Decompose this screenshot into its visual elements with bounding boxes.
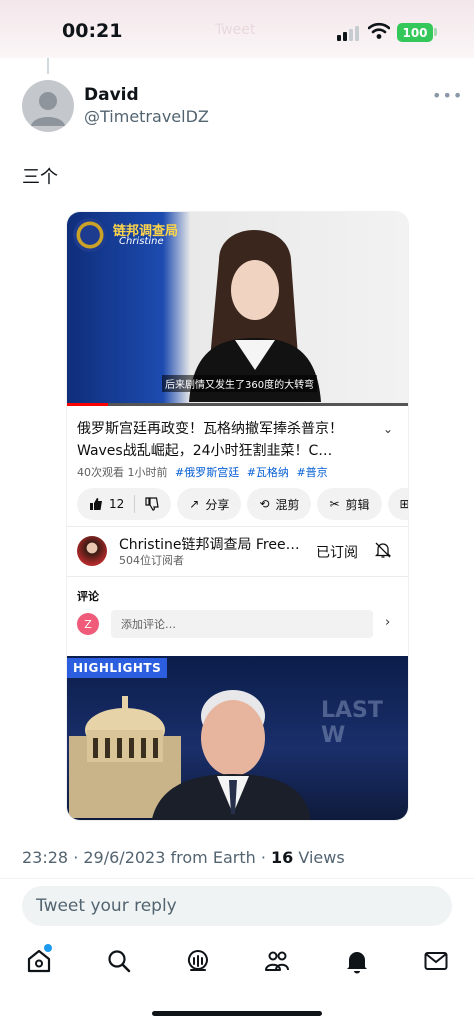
wifi-icon bbox=[368, 22, 390, 39]
video-channel-subtitle: Christine bbox=[119, 236, 164, 247]
views-label: Views bbox=[298, 848, 345, 867]
communities-tab[interactable] bbox=[262, 946, 292, 976]
time-ago: 1小时前 bbox=[127, 466, 168, 479]
divider bbox=[67, 576, 408, 577]
scissors-icon: ✂ bbox=[329, 497, 340, 511]
view-count: 40次观看 bbox=[77, 466, 124, 479]
highlights-badge: HIGHLIGHTS bbox=[67, 658, 168, 678]
status-time: 00:21 bbox=[62, 20, 123, 42]
author-name[interactable]: David bbox=[84, 85, 139, 105]
news-host-image bbox=[151, 690, 311, 820]
home-indicator bbox=[152, 1011, 322, 1016]
spaces-tab[interactable] bbox=[183, 946, 213, 976]
embedded-video-card[interactable]: 链邦调查局 Christine 后来剧情又发生了360度的大转弯 俄罗斯宫廷再政… bbox=[66, 211, 409, 821]
highlight-thumbnail[interactable]: LAST W HIGHLIGHTS bbox=[67, 656, 408, 820]
subscribed-button[interactable]: 已订阅 bbox=[316, 542, 358, 562]
video-progress-bar[interactable] bbox=[67, 403, 408, 406]
remix-button[interactable]: ⟲ 混剪 bbox=[247, 488, 312, 520]
mail-icon bbox=[424, 952, 448, 970]
notification-bell-off-icon[interactable] bbox=[374, 541, 392, 559]
hashtag[interactable]: #瓦格纳 bbox=[247, 466, 289, 479]
share-button[interactable]: ↗ 分享 bbox=[177, 488, 242, 520]
remix-icon: ⟲ bbox=[259, 497, 270, 511]
tweet-time: 23:28 bbox=[22, 848, 69, 867]
like-dislike-pill[interactable]: 12 bbox=[77, 488, 172, 520]
divider bbox=[67, 526, 408, 527]
battery-tip bbox=[434, 28, 437, 36]
comment-input[interactable]: 添加评论… bbox=[111, 610, 373, 638]
divider bbox=[0, 878, 474, 879]
thumbs-down-icon[interactable] bbox=[145, 497, 159, 511]
video-caption: 后来剧情又发生了360度的大转弯 bbox=[162, 375, 318, 392]
cellular-signal-icon bbox=[337, 26, 359, 41]
view-count-number: 16 bbox=[271, 848, 294, 867]
reply-input[interactable]: Tweet your reply bbox=[22, 886, 452, 926]
tweet-date: 29/6/2023 bbox=[83, 848, 166, 867]
hashtag[interactable]: #俄罗斯宫廷 bbox=[175, 466, 239, 479]
channel-name[interactable]: Christine链邦调查局 Free… bbox=[119, 534, 304, 554]
video-player[interactable]: 链邦调查局 Christine 后来剧情又发生了360度的大转弯 bbox=[67, 212, 408, 406]
subscriber-count: 504位订阅者 bbox=[119, 554, 184, 567]
tweet-source: from Earth bbox=[170, 848, 256, 867]
thumbs-up-icon[interactable] bbox=[89, 497, 103, 511]
clip-button[interactable]: ✂ 剪辑 bbox=[317, 488, 382, 520]
home-notification-dot bbox=[44, 944, 52, 952]
search-icon bbox=[108, 950, 131, 973]
save-button[interactable]: ⊞ bbox=[387, 488, 409, 520]
more-options-icon[interactable]: ••• bbox=[432, 86, 463, 105]
communities-icon bbox=[265, 951, 289, 971]
bell-icon bbox=[347, 952, 367, 974]
author-avatar[interactable] bbox=[22, 80, 74, 132]
messages-tab[interactable] bbox=[421, 946, 451, 976]
bottom-tab-bar bbox=[0, 940, 474, 984]
tweet-timestamp: 23:28 · 29/6/2023 from Earth · 16 Views bbox=[22, 848, 345, 867]
spaces-microphone-icon bbox=[187, 950, 208, 971]
share-icon: ↗ bbox=[189, 497, 200, 511]
video-progress-fill bbox=[67, 403, 109, 406]
author-handle[interactable]: @TimetravelDZ bbox=[84, 107, 209, 126]
status-ghost-text: Tweet bbox=[215, 22, 256, 38]
expand-chevron-icon[interactable]: ⌄ bbox=[383, 422, 393, 436]
clip-label: 剪辑 bbox=[345, 497, 370, 512]
tweet-text: 三个 bbox=[22, 167, 58, 188]
default-avatar-icon bbox=[31, 92, 65, 126]
hashtag[interactable]: #普京 bbox=[296, 466, 327, 479]
share-label: 分享 bbox=[205, 497, 230, 512]
remix-label: 混剪 bbox=[275, 497, 300, 512]
thread-line bbox=[47, 58, 49, 74]
notifications-tab[interactable] bbox=[342, 946, 372, 976]
comments-label: 评论 bbox=[77, 590, 99, 603]
channel-seal-icon bbox=[73, 218, 107, 252]
like-count: 12 bbox=[109, 497, 125, 511]
commenter-avatar: Z bbox=[77, 613, 99, 635]
chevron-right-icon[interactable]: › bbox=[385, 615, 390, 630]
video-actions: 12 ↗ 分享 ⟲ 混剪 ✂ 剪辑 ⊞ bbox=[77, 488, 409, 520]
show-logo-text: LAST W bbox=[321, 698, 383, 748]
battery-indicator: 100 bbox=[397, 23, 433, 42]
channel-avatar[interactable] bbox=[77, 536, 107, 566]
search-tab[interactable] bbox=[104, 946, 134, 976]
video-meta: 40次观看 1小时前 #俄罗斯宫廷 #瓦格纳 #普京 bbox=[77, 464, 328, 480]
status-bar: 00:21 Tweet 100 bbox=[0, 0, 474, 58]
video-title[interactable]: 俄罗斯宫廷再政变！瓦格纳撤军捧杀普京！Waves战乱崛起，24小时狂割韭菜！C… bbox=[77, 418, 367, 462]
save-icon: ⊞ bbox=[399, 497, 409, 511]
